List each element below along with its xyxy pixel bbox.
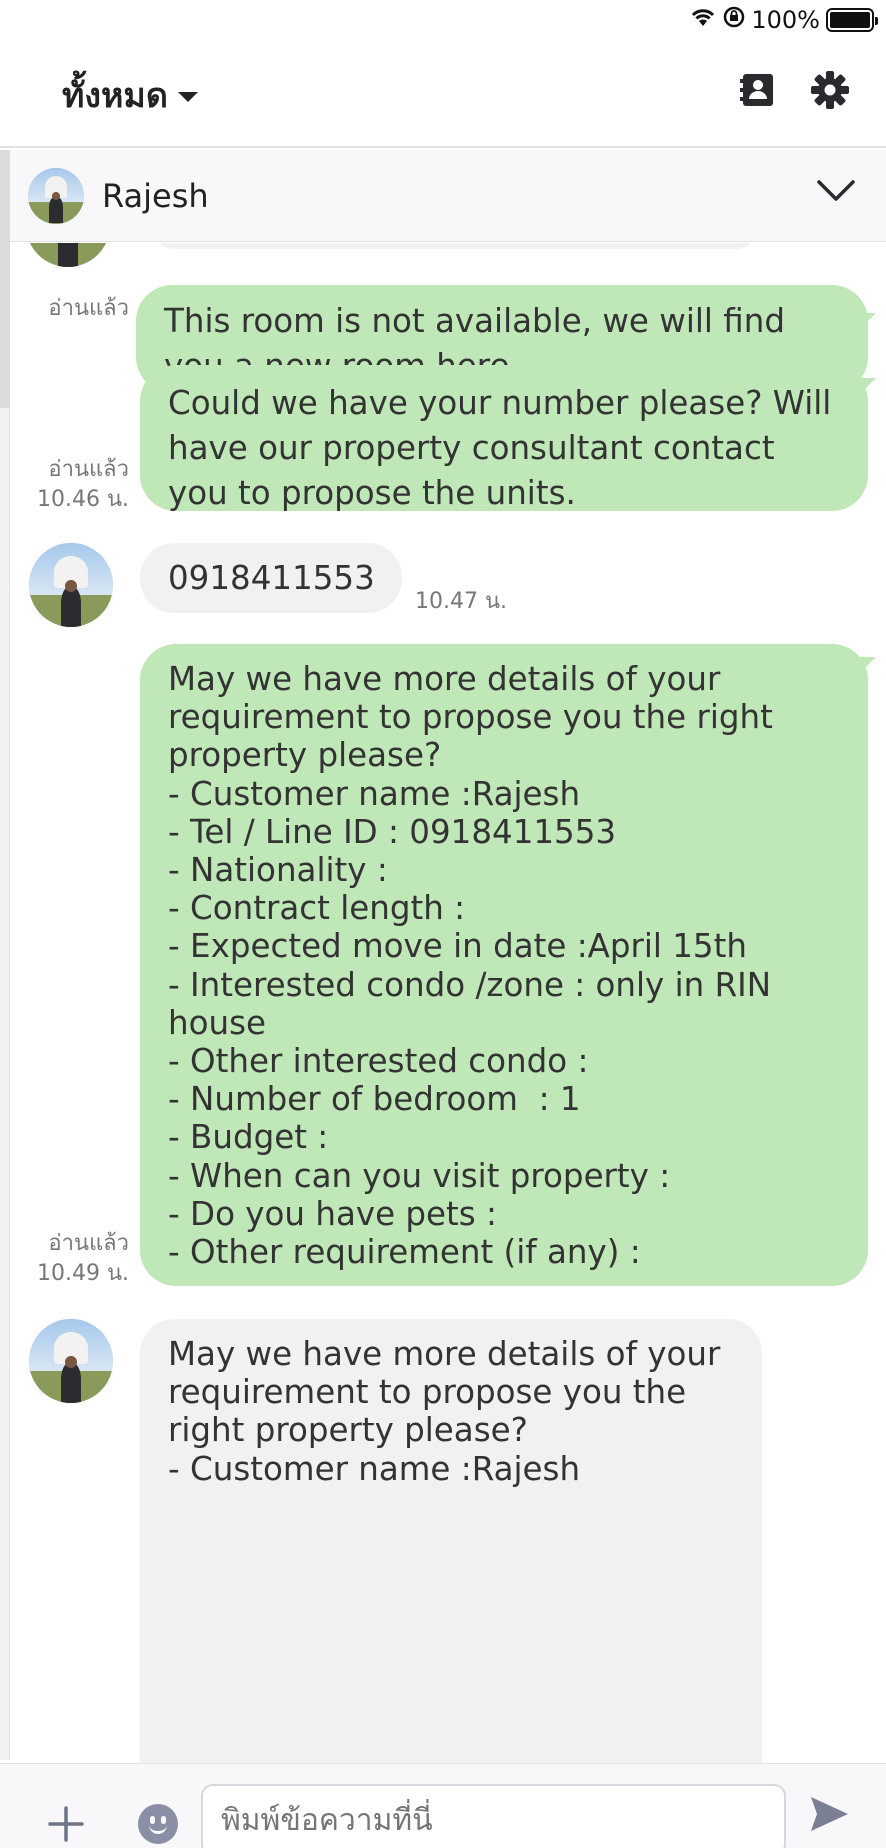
top-bar: ทั้งหมด: [0, 40, 886, 148]
contacts-button[interactable]: [736, 68, 780, 112]
chat-filter-label: ทั้งหมด: [62, 76, 168, 116]
battery-icon: [826, 8, 878, 32]
previous-bubble-edge: [155, 243, 755, 249]
message-composer: [0, 1763, 886, 1848]
contact-avatar[interactable]: [29, 1319, 113, 1403]
contact-avatar-partial: [26, 243, 110, 267]
read-receipt-with-time: อ่านแล้ว 10.49 น.: [36, 1231, 129, 1286]
read-receipt: อ่านแล้ว: [48, 296, 129, 321]
contact-avatar[interactable]: [29, 543, 113, 627]
sticker-button[interactable]: [138, 1804, 178, 1844]
chat-filter-dropdown[interactable]: ทั้งหมด: [62, 68, 198, 122]
status-indicators: 100%: [689, 6, 878, 34]
status-bar: 100%: [0, 0, 886, 40]
gear-icon: [811, 71, 849, 109]
sent-message-bubble[interactable]: Could we have your number please? Will h…: [140, 365, 868, 512]
message-time: 10.47 น.: [415, 589, 508, 614]
received-message-bubble[interactable]: 0918411553: [140, 543, 402, 613]
battery-level: [830, 12, 870, 28]
settings-button[interactable]: [808, 68, 852, 112]
contact-name: Rajesh: [102, 176, 209, 215]
add-attachment-button[interactable]: [46, 1804, 86, 1848]
sent-message-bubble[interactable]: May we have more details of your require…: [140, 644, 868, 1286]
contact-avatar[interactable]: [28, 167, 84, 224]
message-list[interactable]: อ่านแล้ว This room is not available, we …: [10, 243, 886, 1763]
left-rail-highlight: [0, 150, 10, 408]
battery-percent: 100%: [751, 6, 820, 34]
rotation-lock-icon: [723, 6, 745, 34]
send-icon: [811, 1797, 848, 1831]
contact-card-icon: [740, 74, 773, 106]
read-receipt-with-time: อ่านแล้ว 10.46 น.: [36, 457, 129, 512]
chat-header[interactable]: Rajesh: [10, 150, 886, 242]
chevron-down-icon: [817, 180, 855, 201]
caret-down-icon: [177, 92, 198, 102]
message-input[interactable]: [201, 1784, 786, 1848]
send-button[interactable]: [808, 1794, 850, 1838]
plus-icon: [48, 1806, 84, 1842]
wifi-icon: [689, 6, 717, 34]
collapse-header-button[interactable]: [816, 178, 856, 208]
received-message-bubble[interactable]: May we have more details of your require…: [140, 1319, 762, 1763]
